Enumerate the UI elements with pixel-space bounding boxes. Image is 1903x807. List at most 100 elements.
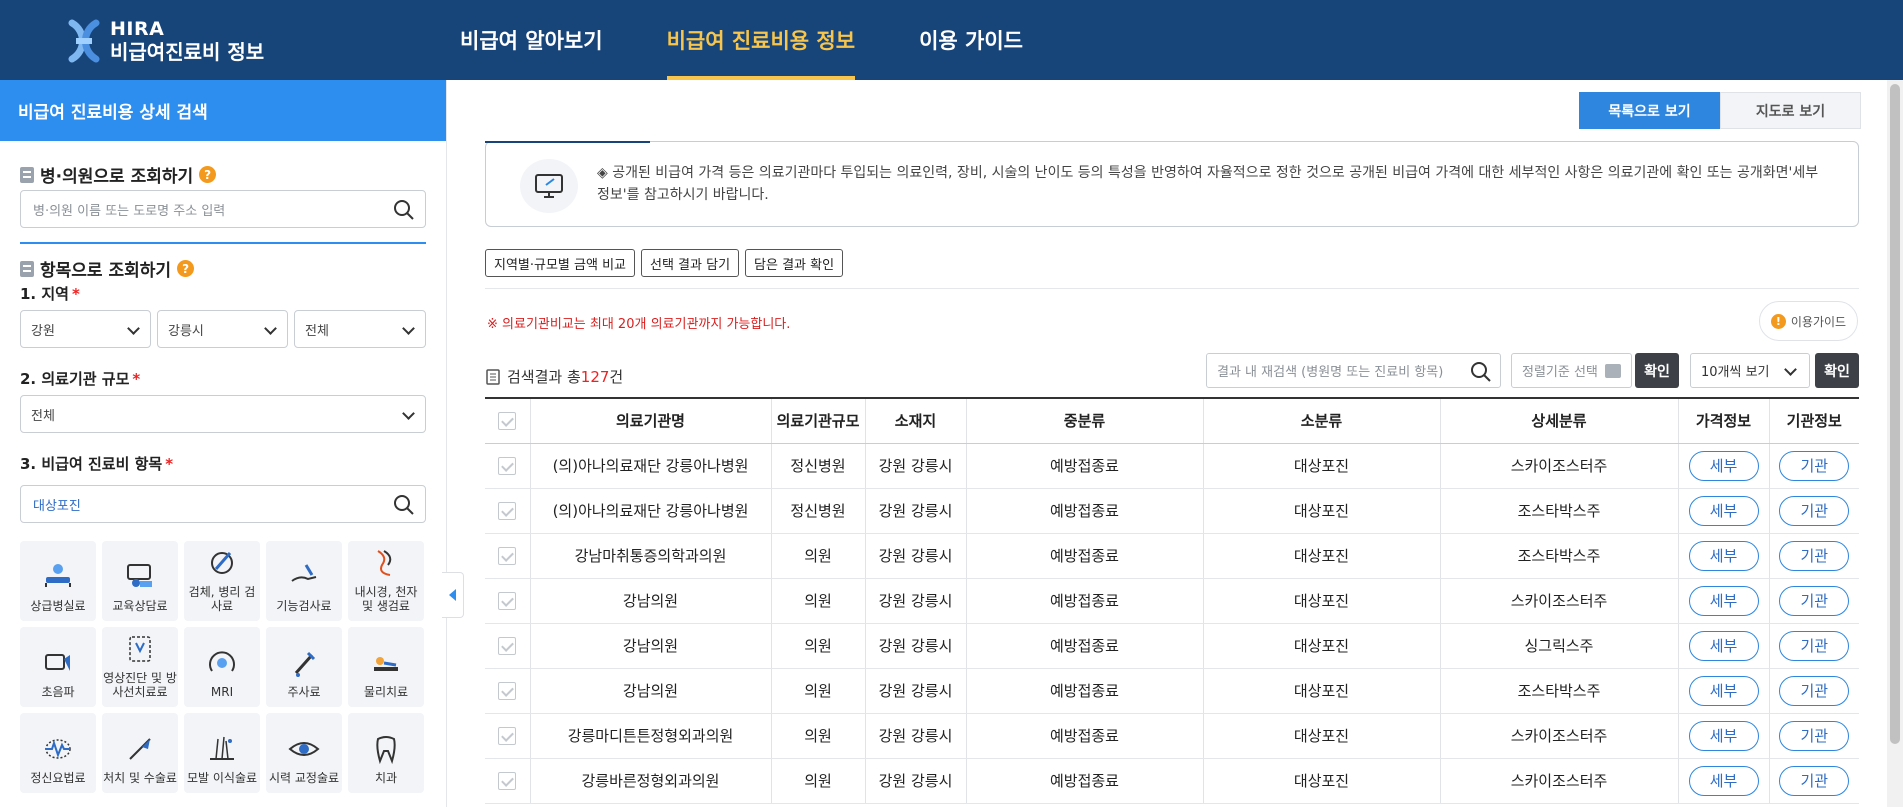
sort-confirm-button[interactable]: 확인 — [1635, 353, 1679, 388]
result-prefix: 검색결과 총 — [507, 368, 581, 386]
category-bed[interactable]: 상급병실료 — [20, 541, 96, 621]
row-checkbox[interactable] — [485, 443, 530, 489]
row-checkbox[interactable] — [485, 758, 530, 804]
list-view-button[interactable]: 목록으로 보기 — [1579, 92, 1720, 129]
region-label: 1. 지역 * — [20, 285, 80, 303]
help-icon[interactable]: ? — [177, 260, 195, 277]
region-province-select[interactable]: 강원 — [20, 310, 151, 348]
org-info-button[interactable]: 기관 — [1779, 450, 1850, 481]
org-info-button[interactable]: 기관 — [1779, 540, 1850, 571]
price-detail-cell: 세부 — [1677, 758, 1769, 804]
nav-user-guide[interactable]: 이용 가이드 — [919, 0, 1023, 80]
user-guide-button[interactable]: ! 이용가이드 — [1759, 301, 1858, 341]
table-row: 강남의원 의원 강원 강릉시 예방접종료 대상포진 싱그릭스주 세부 기관 — [485, 623, 1859, 669]
category-mri[interactable]: MRI — [184, 627, 260, 707]
sub-category-cell: 대상포진 — [1202, 713, 1440, 759]
per-page-confirm-button[interactable]: 확인 — [1815, 353, 1859, 388]
price-detail-button[interactable]: 세부 — [1688, 765, 1759, 796]
mid-category-cell: 예방접종료 — [965, 533, 1203, 579]
sidebar-collapse-button[interactable] — [442, 572, 464, 618]
category-microscope[interactable]: 검체, 병리 검사료 — [184, 541, 260, 621]
price-detail-cell: 세부 — [1677, 488, 1769, 534]
org-info-button[interactable]: 기관 — [1779, 630, 1850, 661]
add-selection-button[interactable]: 선택 결과 담기 — [641, 249, 740, 277]
sub-category-cell: 대상포진 — [1202, 668, 1440, 714]
org-info-button[interactable]: 기관 — [1779, 495, 1850, 526]
col-mid-category[interactable]: 중분류 — [965, 397, 1203, 444]
select-all-checkbox[interactable] — [485, 397, 530, 444]
row-checkbox[interactable] — [485, 578, 530, 624]
hospital-scale-cell: 의원 — [770, 623, 865, 669]
region-city-select[interactable]: 강릉시 — [157, 310, 288, 348]
col-detail-category[interactable]: 상세분류 — [1439, 397, 1678, 444]
price-detail-button[interactable]: 세부 — [1688, 675, 1759, 706]
org-info-cell: 기관 — [1768, 713, 1859, 759]
category-eye[interactable]: 시력 교정술료 — [266, 713, 342, 793]
page-scrollbar[interactable] — [1887, 80, 1903, 807]
hospital-name-cell: 강남의원 — [529, 578, 771, 624]
price-detail-button[interactable]: 세부 — [1688, 720, 1759, 751]
category-ultrasound[interactable]: 초음파 — [20, 627, 96, 707]
detail-category-cell: 싱그릭스주 — [1439, 623, 1678, 669]
hospital-scale-cell: 의원 — [770, 668, 865, 714]
category-therapy[interactable]: 물리치료 — [348, 627, 424, 707]
hospital-search-input[interactable]: 병·의원 이름 또는 도로명 주소 입력 — [20, 190, 426, 228]
location-cell: 강원 강릉시 — [864, 488, 966, 534]
scale-select[interactable]: 전체 — [20, 395, 426, 433]
table-row: 강남마취통증의학과의원 의원 강원 강릉시 예방접종료 대상포진 조스타박스주 세부 기관 — [485, 533, 1859, 579]
per-page-select[interactable]: 10개씩 보기 — [1690, 353, 1810, 388]
category-consult[interactable]: 교육상담료 — [102, 541, 178, 621]
price-detail-button[interactable]: 세부 — [1688, 495, 1759, 526]
site-logo[interactable]: HIRA 비급여진료비 정보 — [66, 18, 264, 64]
org-info-button[interactable]: 기관 — [1779, 585, 1850, 616]
category-brain[interactable]: 정신요법료 — [20, 713, 96, 793]
price-detail-button[interactable]: 세부 — [1688, 585, 1759, 616]
nav-noncovered-cost[interactable]: 비급여 진료비용 정보 — [666, 0, 855, 80]
hospital-scale-cell: 정신병원 — [770, 443, 865, 489]
map-view-button[interactable]: 지도로 보기 — [1720, 92, 1861, 129]
category-endoscope[interactable]: 내시경, 천자 및 생검료 — [348, 541, 424, 621]
nav-noncovered-info[interactable]: 비급여 알아보기 — [460, 0, 603, 80]
table-row: 강릉마디튼튼정형외과의원 의원 강원 강릉시 예방접종료 대상포진 스카이조스터주 세부 기관 — [485, 713, 1859, 759]
org-info-button[interactable]: 기관 — [1779, 675, 1850, 706]
col-hospital-name[interactable]: 의료기관명 — [529, 397, 771, 444]
search-icon[interactable] — [393, 494, 415, 516]
result-research-input[interactable]: 결과 내 재검색 (병원명 또는 진료비 항목) — [1206, 353, 1501, 388]
sort-select[interactable]: 정렬기준 선택 — [1511, 353, 1632, 388]
view-cart-button[interactable]: 담은 결과 확인 — [745, 249, 844, 277]
org-info-button[interactable]: 기관 — [1779, 765, 1850, 796]
category-xray[interactable]: 영상진단 및 방사선치료료 — [102, 627, 178, 707]
col-sub-category[interactable]: 소분류 — [1202, 397, 1440, 444]
row-checkbox[interactable] — [485, 668, 530, 714]
row-checkbox[interactable] — [485, 533, 530, 579]
price-detail-button[interactable]: 세부 — [1688, 450, 1759, 481]
category-scalpel[interactable]: 처치 및 수술료 — [102, 713, 178, 793]
category-label: 정신요법료 — [30, 771, 86, 785]
mid-category-cell: 예방접종료 — [965, 488, 1203, 534]
item-search-value: 대상포진 — [33, 498, 81, 514]
col-location[interactable]: 소재지 — [864, 397, 966, 444]
category-hair[interactable]: 모발 이식술료 — [184, 713, 260, 793]
region-district-select[interactable]: 전체 — [294, 310, 426, 348]
help-icon[interactable]: ? — [199, 166, 217, 183]
org-info-button[interactable]: 기관 — [1779, 720, 1850, 751]
compare-region-button[interactable]: 지역별·규모별 금액 비교 — [485, 249, 635, 277]
item-search-input[interactable]: 대상포진 — [20, 485, 426, 523]
search-icon[interactable] — [1470, 361, 1492, 383]
search-icon[interactable] — [393, 199, 415, 221]
category-label: 처치 및 수술료 — [103, 771, 177, 785]
price-detail-button[interactable]: 세부 — [1688, 630, 1759, 661]
scrollbar-thumb[interactable] — [1890, 84, 1900, 744]
category-tooth[interactable]: 치과 — [348, 713, 424, 793]
org-info-cell: 기관 — [1768, 623, 1859, 669]
category-hand-test[interactable]: 기능검사료 — [266, 541, 342, 621]
row-checkbox[interactable] — [485, 713, 530, 759]
row-checkbox[interactable] — [485, 623, 530, 669]
price-detail-button[interactable]: 세부 — [1688, 540, 1759, 571]
col-hospital-scale[interactable]: 의료기관규모 — [770, 397, 865, 444]
sub-category-cell: 대상포진 — [1202, 488, 1440, 534]
chevron-down-icon — [264, 322, 277, 335]
row-checkbox[interactable] — [485, 488, 530, 534]
category-syringe[interactable]: 주사료 — [266, 627, 342, 707]
consult-icon — [127, 564, 152, 587]
